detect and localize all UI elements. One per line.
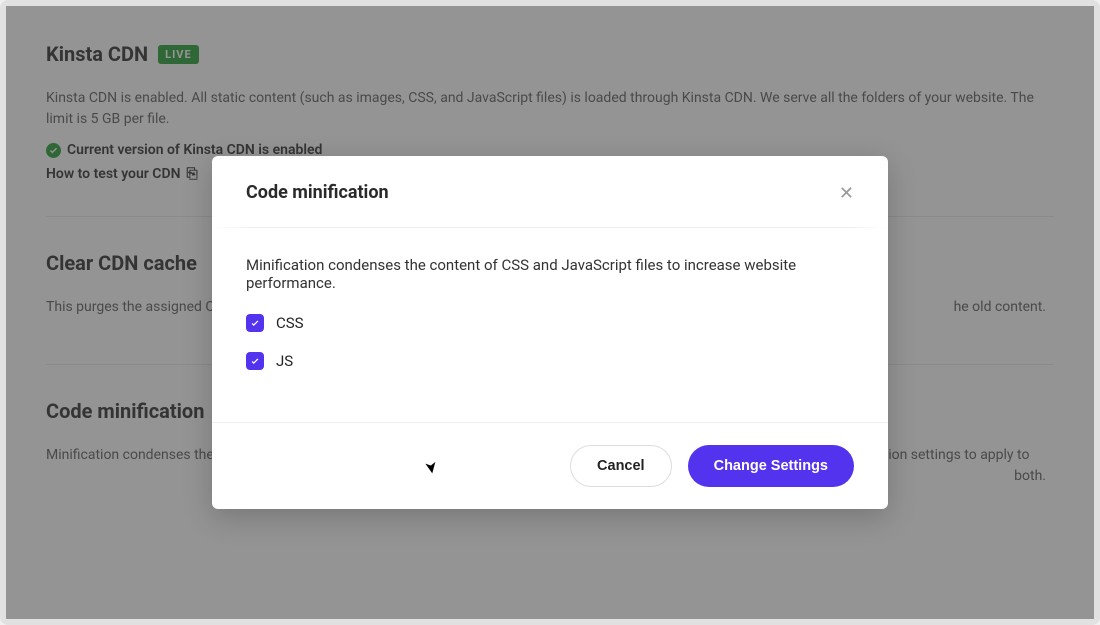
modal-overlay[interactable]: Code minification ✕ Minification condens… xyxy=(6,6,1094,619)
change-settings-button[interactable]: Change Settings xyxy=(688,445,854,487)
js-option-row: JS xyxy=(246,352,854,370)
js-label: JS xyxy=(276,352,293,370)
css-label: CSS xyxy=(276,314,304,332)
css-option-row: CSS xyxy=(246,314,854,332)
js-checkbox[interactable] xyxy=(246,352,264,370)
close-icon: ✕ xyxy=(839,183,854,203)
modal-title: Code minification xyxy=(246,182,389,203)
cancel-button[interactable]: Cancel xyxy=(570,445,672,487)
checkmark-icon xyxy=(250,318,260,328)
checkmark-icon xyxy=(250,356,260,366)
css-checkbox[interactable] xyxy=(246,314,264,332)
code-minification-modal: Code minification ✕ Minification condens… xyxy=(212,156,888,509)
modal-description: Minification condenses the content of CS… xyxy=(246,256,854,292)
close-button[interactable]: ✕ xyxy=(839,184,854,202)
